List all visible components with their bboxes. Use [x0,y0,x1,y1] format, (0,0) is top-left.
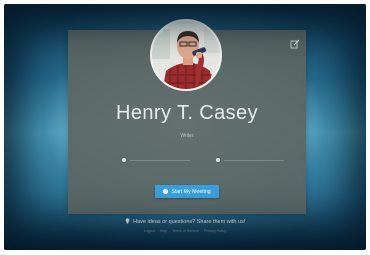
footer-link-privacy[interactable]: Privacy Policy [204,229,226,233]
location-field[interactable] [122,156,202,166]
user-subtitle: Writer [180,133,194,139]
clock-icon [216,158,220,162]
time-underline [224,160,284,161]
start-meeting-button[interactable]: Start My Meeting [155,185,219,198]
feedback-text: Have ideas or questions? Share them with… [133,219,246,225]
footer-links: Logout Help Terms of Service Privacy Pol… [4,229,366,233]
footer-link-logout[interactable]: Logout [144,229,155,233]
edit-icon[interactable] [290,36,300,49]
location-underline [130,160,190,161]
feedback-link[interactable]: Have ideas or questions? Share them with… [4,218,366,225]
avatar [150,19,222,91]
time-field[interactable] [216,156,296,166]
camera-icon [163,189,169,194]
location-icon [122,158,126,162]
lightbulb-icon [125,218,129,224]
footer-link-help[interactable]: Help [160,229,167,233]
user-name: Henry T. Casey [116,102,258,124]
footer-link-terms[interactable]: Terms of Service [172,229,199,233]
start-meeting-label: Start My Meeting [171,188,211,195]
profile-card: Henry T. Casey Writer Start My Meeting [68,19,306,214]
app-background: Henry T. Casey Writer Start My Meeting H… [4,4,366,250]
